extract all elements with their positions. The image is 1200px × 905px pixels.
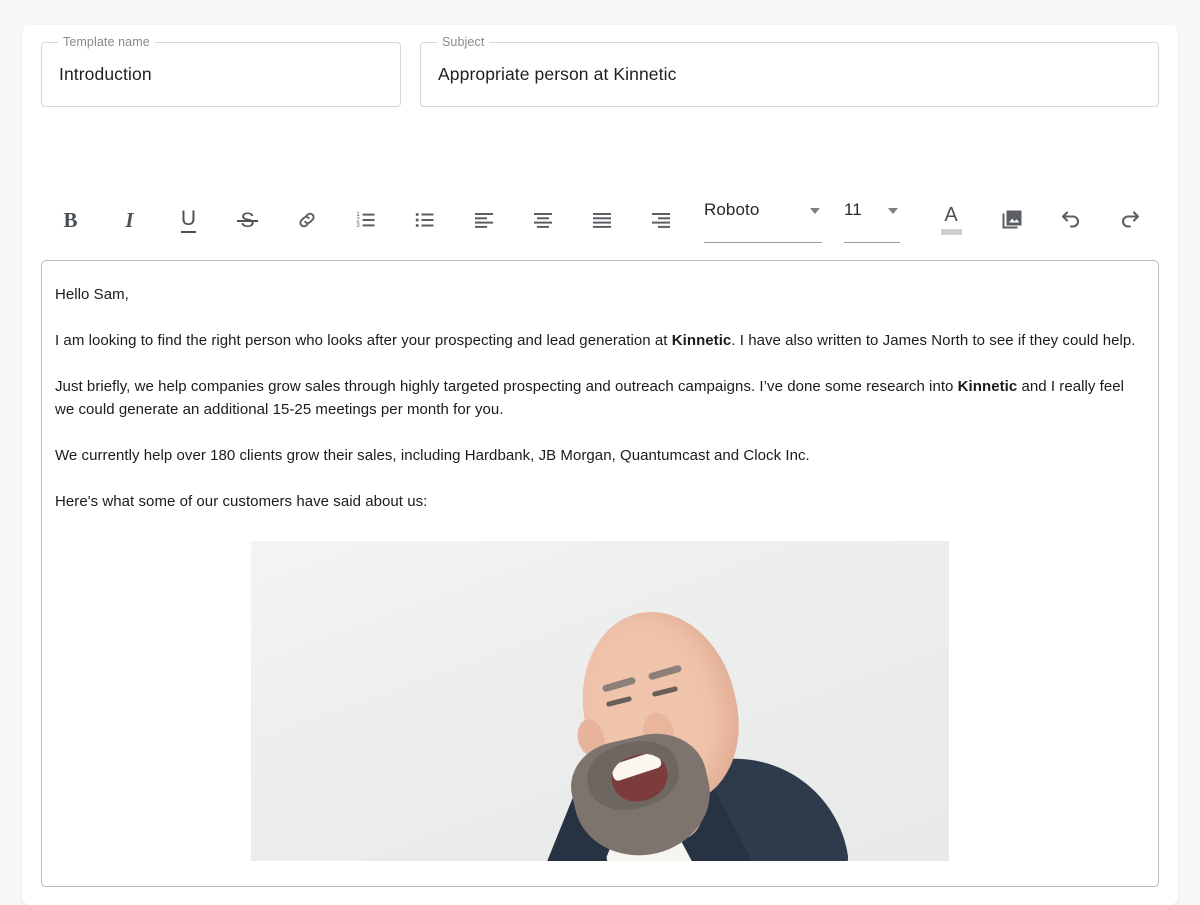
align-right-button[interactable]: [631, 195, 690, 245]
body-p2-bold: Kinnetic: [957, 378, 1018, 395]
insert-image-icon: [1000, 208, 1024, 232]
insert-image-button[interactable]: [982, 195, 1041, 245]
chevron-down-icon: [810, 208, 820, 214]
chevron-down-icon: [888, 208, 898, 214]
embedded-testimonial-photo[interactable]: [250, 541, 949, 861]
undo-icon: [1059, 208, 1083, 232]
body-paragraph-4: Here's what some of our customers have s…: [55, 493, 428, 510]
email-body-editor[interactable]: Hello Sam, I am looking to find the righ…: [41, 260, 1159, 887]
underline-button[interactable]: U: [159, 195, 218, 245]
body-paragraph-2: Just briefly, we help companies grow sal…: [55, 375, 1144, 421]
bulleted-list-button[interactable]: [395, 195, 454, 245]
link-icon: [295, 208, 319, 232]
subject-input[interactable]: Appropriate person at Kinnetic: [438, 43, 676, 106]
font-family-value: Roboto: [704, 200, 760, 219]
text-color-icon: A: [944, 204, 958, 226]
app-page: Template name Introduction Subject Appro…: [0, 0, 1200, 905]
underline-icon: U: [180, 208, 197, 233]
body-paragraph-3: We currently help over 180 clients grow …: [55, 447, 810, 464]
align-center-icon: [531, 208, 555, 232]
align-left-icon: [472, 208, 496, 232]
subject-field[interactable]: Subject Appropriate person at Kinnetic: [420, 35, 1159, 107]
italic-button[interactable]: I: [100, 195, 159, 245]
strikethrough-icon: S: [237, 208, 258, 232]
font-size-select[interactable]: 11: [844, 197, 900, 243]
align-left-button[interactable]: [454, 195, 513, 245]
align-center-button[interactable]: [513, 195, 572, 245]
numbered-list-button[interactable]: 1 2 3: [336, 195, 395, 245]
align-justify-button[interactable]: [572, 195, 631, 245]
align-justify-icon: [590, 208, 614, 232]
redo-button[interactable]: [1100, 195, 1159, 245]
body-p1-part-b: . I have also written to James North to …: [731, 332, 1136, 349]
body-p1-bold: Kinnetic: [671, 332, 732, 349]
font-size-value: 11: [844, 200, 862, 219]
text-color-swatch: [940, 229, 962, 235]
svg-text:3: 3: [356, 223, 360, 229]
body-paragraph-1: I am looking to find the right person wh…: [55, 329, 1144, 352]
undo-button[interactable]: [1041, 195, 1100, 245]
bold-icon: B: [63, 207, 78, 232]
template-editor-card: Template name Introduction Subject Appro…: [22, 25, 1178, 905]
embedded-image-wrap: [55, 541, 1144, 861]
body-greeting: Hello Sam,: [55, 286, 129, 303]
template-name-input[interactable]: Introduction: [59, 43, 152, 106]
strikethrough-button[interactable]: S: [218, 195, 277, 245]
fields-row: Template name Introduction Subject Appro…: [41, 35, 1159, 107]
text-color-button[interactable]: A: [920, 195, 982, 245]
body-p1-part-a: I am looking to find the right person wh…: [55, 332, 672, 349]
font-family-select[interactable]: Roboto: [704, 197, 822, 243]
redo-icon: [1118, 208, 1142, 232]
email-body-content[interactable]: Hello Sam, I am looking to find the righ…: [42, 261, 1158, 861]
align-right-icon: [649, 208, 673, 232]
formatting-toolbar: B I U S 1 2 3 Roboto 11 A: [41, 185, 1159, 255]
template-name-field[interactable]: Template name Introduction: [41, 35, 401, 107]
italic-icon: I: [125, 207, 134, 232]
bold-button[interactable]: B: [41, 195, 100, 245]
numbered-list-icon: 1 2 3: [354, 208, 378, 232]
body-p2-part-a: Just briefly, we help companies grow sal…: [55, 378, 958, 395]
link-button[interactable]: [277, 195, 336, 245]
bulleted-list-icon: [413, 208, 437, 232]
